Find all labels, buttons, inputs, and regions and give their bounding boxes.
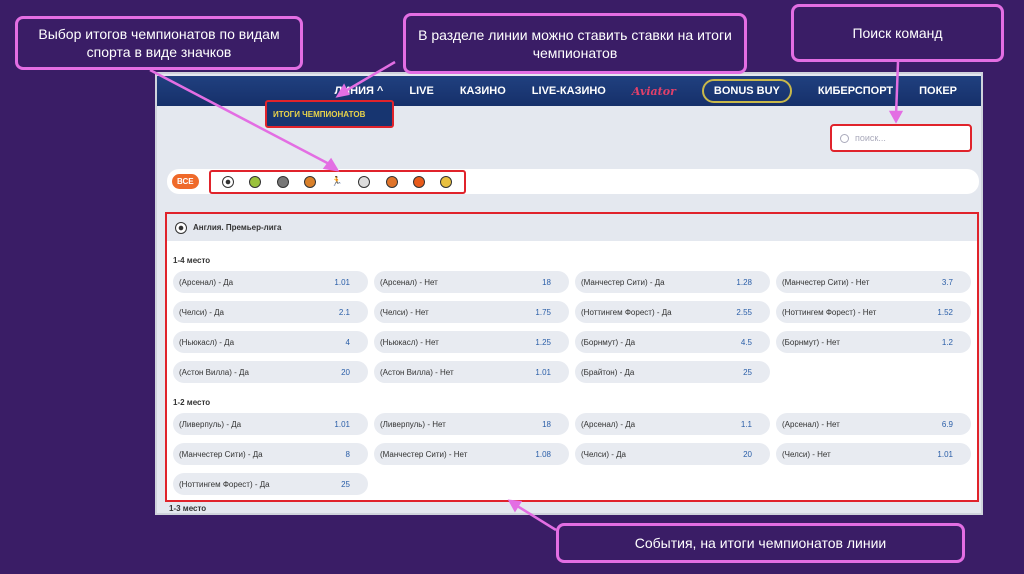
callout-events: События, на итоги чемпионатов линии bbox=[556, 523, 965, 563]
arrow-events bbox=[513, 502, 557, 532]
arrow-search bbox=[894, 61, 900, 117]
arrow-head bbox=[888, 110, 904, 124]
callout-search: Поиск команд bbox=[791, 4, 1004, 62]
arrow-head bbox=[335, 83, 350, 98]
arrow-line bbox=[341, 60, 396, 95]
callout-sports-icons: Выбор итогов чемпионатов по видам спорта… bbox=[15, 16, 303, 70]
arrow-sports-icons bbox=[149, 68, 334, 168]
annotation-arrows bbox=[149, 60, 904, 532]
callout-line: В разделе линии можно ставить ставки на … bbox=[403, 13, 747, 74]
arrow-head bbox=[507, 499, 523, 513]
